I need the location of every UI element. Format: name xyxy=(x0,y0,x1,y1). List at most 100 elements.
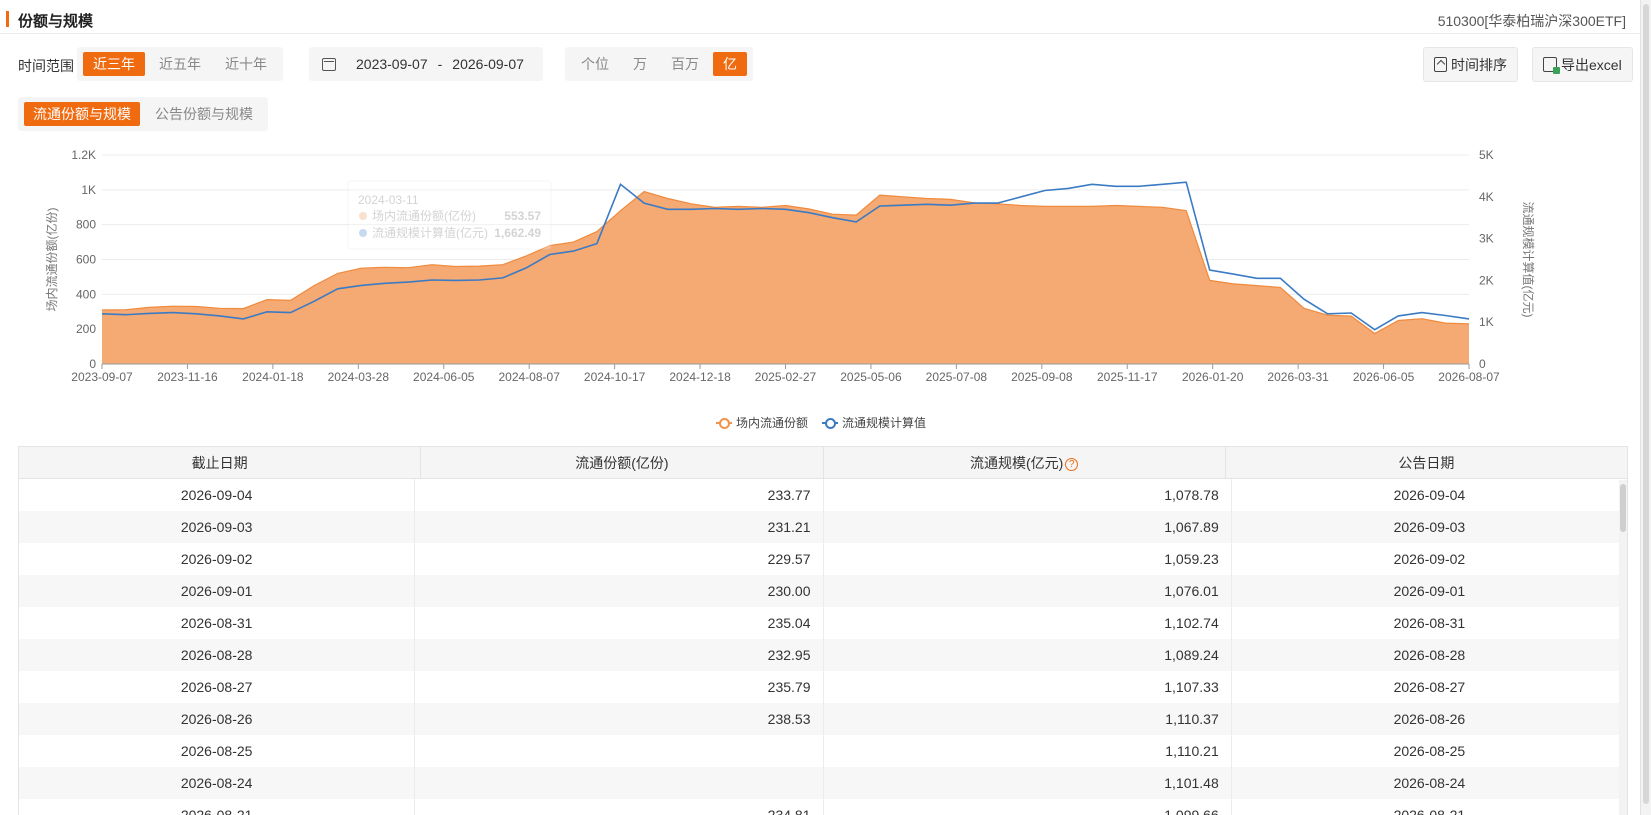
tab-announced[interactable]: 公告份额与规模 xyxy=(146,102,262,126)
cell-end-date: 2026-09-01 xyxy=(19,575,416,607)
table-row[interactable]: 2026-08-27 235.79 1,107.33 2026-08-27 xyxy=(19,671,1627,703)
cell-share: 235.79 xyxy=(415,671,824,703)
y-tick-label: 600 xyxy=(76,253,96,267)
table-row[interactable]: 2026-08-26 238.53 1,110.37 2026-08-26 xyxy=(19,703,1627,735)
tooltip-value-scale: 1,662.49 xyxy=(494,226,541,240)
cell-share xyxy=(415,767,824,799)
share-scale-chart[interactable]: 0 200 400 600 800 1K 1.2K 0 1K 2K 3K 4K 5K 场内流通份额(亿份)… xyxy=(0,145,1640,435)
chart-svg[interactable]: 0 200 400 600 800 1K 1.2K 0 1K 2K 3K 4K 5K 场内流通份额(亿份)… xyxy=(0,145,1640,435)
x-tick-label: 2025-07-08 xyxy=(926,370,988,384)
table-row[interactable]: 2026-09-01 230.00 1,076.01 2026-09-01 xyxy=(19,575,1627,607)
table-row[interactable]: 2026-09-04 233.77 1,078.78 2026-09-04 xyxy=(19,479,1627,511)
x-tick-label: 2025-11-17 xyxy=(1097,370,1158,384)
cell-scale: 1,089.24 xyxy=(824,639,1232,671)
cell-announce-date: 2026-08-24 xyxy=(1393,775,1466,791)
sort-button-label: 时间排序 xyxy=(1451,56,1507,73)
cell-announce-date: 2026-08-21 xyxy=(1393,807,1466,815)
col-header-scale[interactable]: 流通规模(亿元)? xyxy=(824,447,1226,478)
x-tick-label: 2026-03-31 xyxy=(1267,370,1329,384)
y2-tick-label: 4K xyxy=(1479,190,1494,204)
table-row[interactable]: 2026-08-25 1,110.21 2026-08-25 xyxy=(19,735,1627,767)
col-header-end-date[interactable]: 截止日期 xyxy=(19,447,422,478)
col-header-announce-date[interactable]: 公告日期 xyxy=(1226,447,1627,478)
date-range-picker[interactable]: 2023-09-07 - 2026-09-07 xyxy=(309,47,543,81)
cell-scale: 1,099.66 xyxy=(824,799,1232,815)
range-option-5y[interactable]: 近五年 xyxy=(149,52,211,76)
y-tick-label: 800 xyxy=(76,218,96,232)
cell-share: 234.81 xyxy=(415,799,824,815)
cell-end-date: 2026-08-27 xyxy=(19,671,416,703)
sort-icon xyxy=(1434,57,1447,72)
y2-tick-label: 2K xyxy=(1479,273,1494,287)
table-row[interactable]: 2026-08-31 235.04 1,102.74 2026-08-31 xyxy=(19,607,1627,639)
page-title: 份额与规模 xyxy=(18,13,94,30)
cell-end-date: 2026-08-26 xyxy=(19,703,416,735)
cell-share: 235.04 xyxy=(415,607,824,639)
legend-item-share[interactable]: 场内流通份额 xyxy=(716,414,808,431)
x-tick-label: 2023-09-07 xyxy=(71,370,133,384)
legend-item-scale[interactable]: 流通规模计算值 xyxy=(822,414,926,431)
table-body: 2026-09-04 233.77 1,078.78 2026-09-04 2026-0… xyxy=(19,479,1627,815)
x-tick-label: 2025-09-08 xyxy=(1011,370,1073,384)
table-scrollbar-thumb[interactable] xyxy=(1620,484,1626,532)
cell-scale: 1,076.01 xyxy=(824,575,1232,607)
cell-scale: 1,110.37 xyxy=(824,703,1232,735)
table-row[interactable]: 2026-09-02 229.57 1,059.23 2026-09-02 xyxy=(19,543,1627,575)
col-header-share[interactable]: 流通份额(亿份) xyxy=(421,447,824,478)
table-row[interactable]: 2026-08-28 232.95 1,089.24 2026-08-28 xyxy=(19,639,1627,671)
cell-announce-date: 2026-09-01 xyxy=(1393,583,1466,599)
tooltip-label-scale: 流通规模计算值(亿元) xyxy=(372,225,488,240)
y-axis-title: 场内流通份额(亿份) xyxy=(44,208,59,312)
cell-announce-date: 2026-09-04 xyxy=(1393,487,1466,503)
x-tick-label: 2024-10-17 xyxy=(584,370,646,384)
cell-announce-date: 2026-09-03 xyxy=(1393,519,1466,535)
sort-by-time-button[interactable]: 时间排序 xyxy=(1423,47,1518,82)
legend-label-share: 场内流通份额 xyxy=(736,416,809,430)
table-row[interactable]: 2026-08-24 1,101.48 2026-08-24 xyxy=(19,767,1627,799)
cell-announce-date: 2026-08-28 xyxy=(1393,647,1466,663)
table-row[interactable]: 2026-09-03 231.21 1,067.89 2026-09-03 xyxy=(19,511,1627,543)
y-tick-label: 400 xyxy=(76,287,96,301)
cell-share: 238.53 xyxy=(415,703,824,735)
unit-option-ones[interactable]: 个位 xyxy=(571,52,619,76)
help-icon[interactable]: ? xyxy=(1065,458,1079,471)
export-excel-button[interactable]: 导出excel xyxy=(1532,47,1633,82)
y2-tick-label: 1K xyxy=(1479,315,1494,329)
y2-tick-label: 3K xyxy=(1479,232,1494,246)
calendar-icon xyxy=(322,57,336,71)
y-tick-label: 1K xyxy=(81,183,96,197)
range-option-3y[interactable]: 近三年 xyxy=(83,52,145,76)
cell-share: 231.21 xyxy=(415,511,824,543)
y-tick-label: 200 xyxy=(76,322,96,336)
cell-end-date: 2026-08-28 xyxy=(19,639,416,671)
x-tick-label: 2024-03-28 xyxy=(328,370,390,384)
cell-end-date: 2026-09-02 xyxy=(19,543,416,575)
table-scrollbar[interactable] xyxy=(1619,480,1627,815)
cell-end-date: 2026-09-04 xyxy=(19,479,416,511)
cell-end-date: 2026-08-21 xyxy=(19,799,416,815)
tab-circulating[interactable]: 流通份额与规模 xyxy=(24,102,140,126)
unit-option-yi[interactable]: 亿 xyxy=(713,52,747,76)
cell-share: 230.00 xyxy=(415,575,824,607)
date-end[interactable]: 2026-09-07 xyxy=(452,56,524,72)
cell-scale: 1,067.89 xyxy=(824,511,1232,543)
x-tick-label: 2023-11-16 xyxy=(157,370,218,384)
date-start[interactable]: 2023-09-07 xyxy=(356,56,428,72)
unit-option-million[interactable]: 百万 xyxy=(661,52,709,76)
y2-axis-title: 流通规模计算值(亿元) xyxy=(1521,202,1536,318)
cell-announce-date: 2026-08-25 xyxy=(1393,743,1466,759)
page-scrollbar[interactable] xyxy=(1640,0,1651,815)
y2-tick-label: 0 xyxy=(1479,357,1486,371)
cell-scale: 1,107.33 xyxy=(824,671,1232,703)
legend-marker-scale xyxy=(822,417,839,429)
chart-tooltip: 2024-03-11场内流通份额(亿份) 553.57 流通规模计算值(亿元) 1,6… xyxy=(347,180,552,250)
page-scrollbar-thumb[interactable] xyxy=(1643,4,1649,804)
col-header-scale-label: 流通规模(亿元) xyxy=(969,455,1064,471)
range-option-10y[interactable]: 近十年 xyxy=(215,52,277,76)
table-row[interactable]: 2026-08-21 234.81 1,099.66 2026-08-21 xyxy=(19,799,1627,815)
chart-legend: 场内流通份额 流通规模计算值 xyxy=(716,414,926,431)
date-separator: - xyxy=(437,56,443,72)
cell-scale: 1,078.78 xyxy=(824,479,1232,511)
x-tick-label: 2024-12-18 xyxy=(669,370,731,384)
unit-option-wan[interactable]: 万 xyxy=(623,52,657,76)
